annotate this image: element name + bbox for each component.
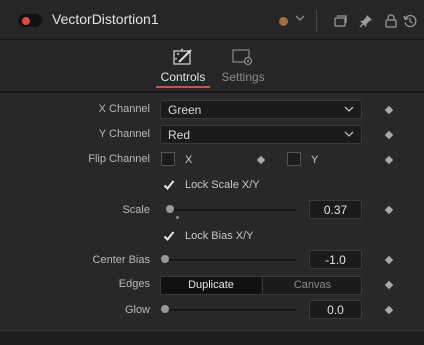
scale-input[interactable]: 0.37 <box>309 200 362 219</box>
chevron-down-icon <box>344 106 354 112</box>
tile-color-swatch[interactable] <box>279 17 288 26</box>
glow-slider-track[interactable] <box>166 309 296 311</box>
y-channel-select[interactable]: Red <box>160 125 362 144</box>
checkmark-icon <box>163 180 175 190</box>
controls-tab-icon <box>173 48 192 65</box>
scale-slider-thumb[interactable] <box>166 205 174 213</box>
flip-y-checkbox[interactable] <box>287 152 301 166</box>
edges-option-duplicate[interactable]: Duplicate <box>161 277 261 294</box>
edges-label: Edges <box>118 278 150 290</box>
tab-settings[interactable]: Settings <box>218 40 268 92</box>
flip-x-label: X <box>185 154 193 166</box>
tab-settings-label: Settings <box>221 70 265 84</box>
edges-option-canvas[interactable]: Canvas <box>262 277 362 294</box>
panel-footer <box>0 330 424 345</box>
x-channel-select[interactable]: Green <box>160 100 362 119</box>
versions-icon[interactable] <box>332 13 348 29</box>
scale-label: Scale <box>122 204 150 216</box>
lock-bias-label: Lock Bias X/Y <box>185 230 254 242</box>
y-channel-value: Red <box>168 128 191 142</box>
scale-default-marker <box>176 216 179 219</box>
checkmark-icon <box>163 231 175 241</box>
node-header: VectorDistortion1 <box>0 0 424 40</box>
glow-label: Glow <box>124 304 150 316</box>
center-bias-slider-thumb[interactable] <box>161 255 169 263</box>
node-title: VectorDistortion1 <box>52 11 159 27</box>
pin-icon[interactable] <box>358 13 374 29</box>
enable-toggle[interactable] <box>18 14 42 27</box>
scale-slider-track[interactable] <box>166 209 296 211</box>
flip-x-checkbox[interactable] <box>161 152 175 166</box>
glow-slider-thumb[interactable] <box>161 305 169 313</box>
lock-scale-label: Lock Scale X/Y <box>185 179 260 191</box>
lock-icon[interactable] <box>383 13 399 29</box>
flip-channel-label: Flip Channel <box>88 153 150 165</box>
tab-controls-label: Controls <box>160 70 206 84</box>
enabled-dot <box>22 16 30 25</box>
tab-controls[interactable]: Controls <box>156 40 210 92</box>
header-divider <box>316 10 317 32</box>
settings-tab-icon <box>232 49 253 66</box>
chevron-down-icon[interactable] <box>294 11 306 25</box>
center-bias-slider-track[interactable] <box>166 259 296 261</box>
reset-icon[interactable] <box>402 13 418 29</box>
flip-y-label: Y <box>311 154 319 166</box>
center-bias-value: -1.0 <box>325 253 346 267</box>
glow-value: 0.0 <box>327 303 344 317</box>
center-bias-label: Center Bias <box>92 254 150 266</box>
edges-segmented-control: Duplicate Canvas <box>160 276 362 295</box>
scale-value: 0.37 <box>323 203 348 217</box>
active-tab-indicator <box>156 86 210 88</box>
x-channel-value: Green <box>168 103 202 117</box>
x-channel-label: X Channel <box>98 103 150 115</box>
lock-scale-checkbox[interactable] <box>161 177 175 191</box>
center-bias-input[interactable]: -1.0 <box>309 250 362 269</box>
lock-bias-checkbox[interactable] <box>161 228 175 242</box>
chevron-down-icon <box>344 131 354 137</box>
inspector-tabs: Controls Settings <box>0 40 424 92</box>
glow-input[interactable]: 0.0 <box>309 300 362 319</box>
y-channel-label: Y Channel <box>98 128 150 140</box>
